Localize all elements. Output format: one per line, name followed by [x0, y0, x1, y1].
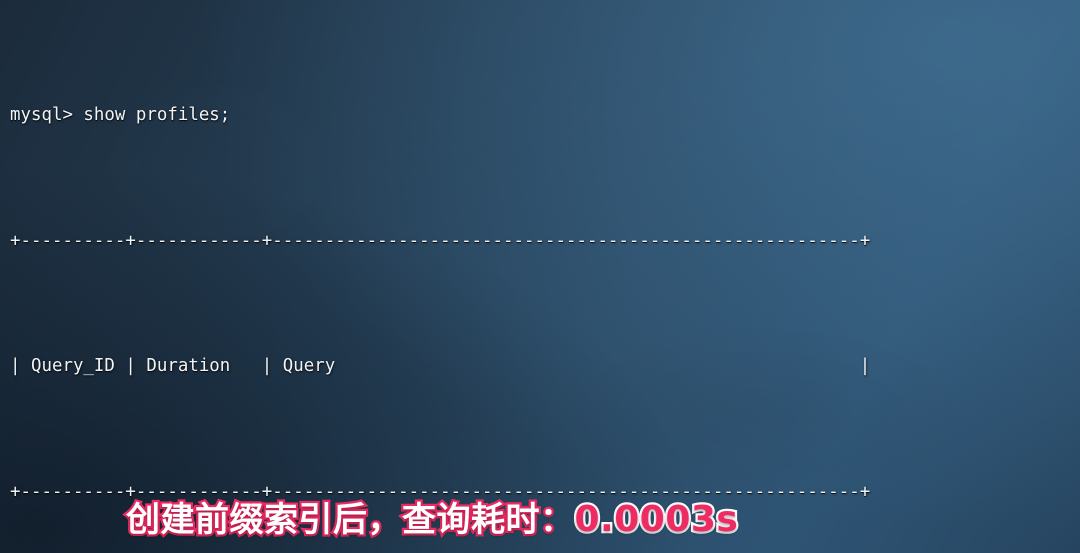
table-rule-header: +----------+------------+---------------…: [10, 482, 871, 503]
terminal-output: mysql> show profiles; +----------+------…: [10, 6, 1070, 553]
terminal-screenshot: mysql> show profiles; +----------+------…: [0, 0, 1080, 553]
terminal-prompt-line: mysql> show profiles;: [10, 105, 231, 126]
table-rule-top: +----------+------------+---------------…: [10, 230, 871, 251]
table-header-row: | Query_ID | Duration | Query |: [10, 356, 871, 377]
